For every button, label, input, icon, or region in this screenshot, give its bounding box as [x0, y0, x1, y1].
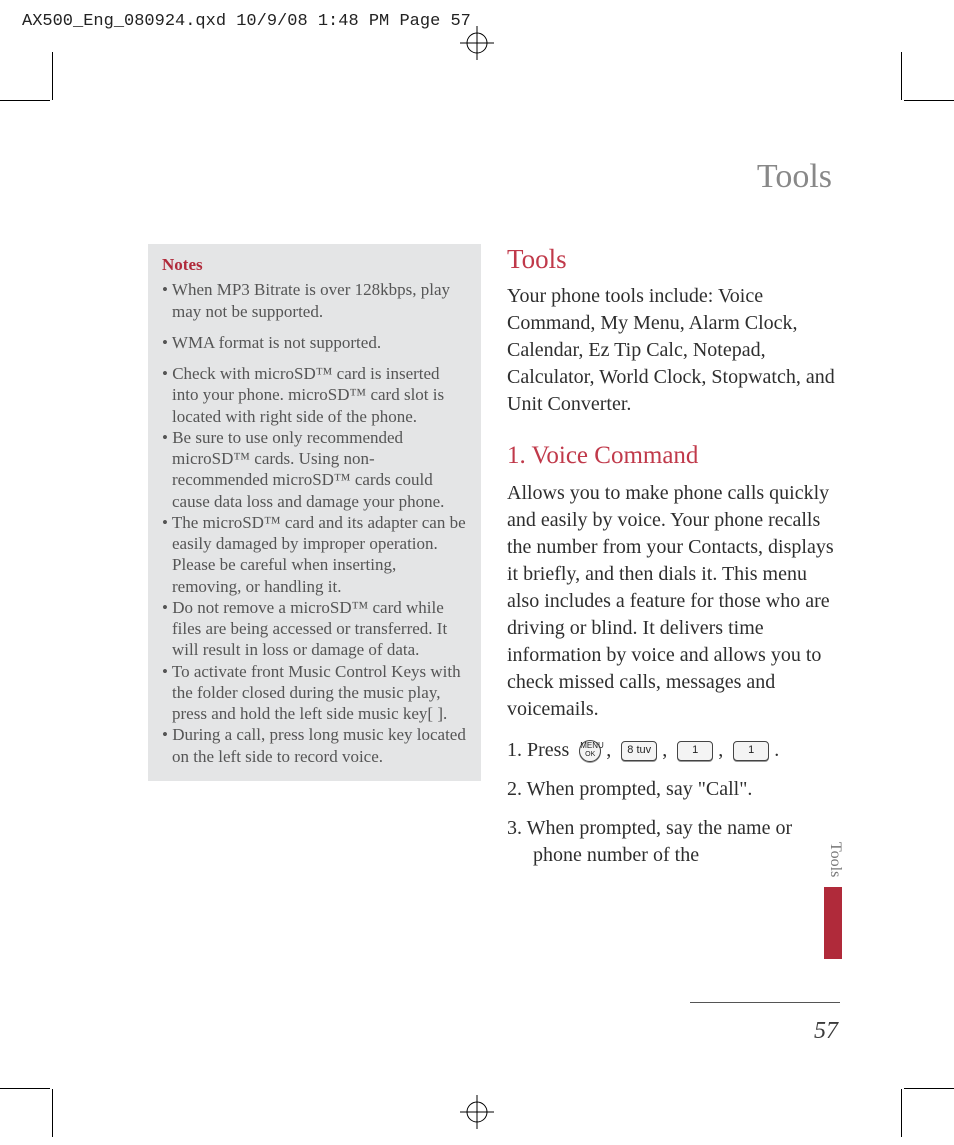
- crop-mark: [904, 100, 954, 101]
- notes-item: • Be sure to use only recommended microS…: [162, 427, 469, 512]
- crop-mark: [904, 1088, 954, 1089]
- step-1-text: 1. Press: [507, 739, 569, 761]
- step-3: 3. When prompted, say the name or phone …: [507, 815, 840, 869]
- notes-heading: Notes: [162, 254, 469, 275]
- crop-mark: [0, 1088, 50, 1089]
- notes-item: • Do not remove a microSD™ card while fi…: [162, 597, 469, 661]
- crop-mark: [52, 1089, 53, 1137]
- notes-item: • The microSD™ card and its adapter can …: [162, 512, 469, 597]
- page-number-rule: [690, 1002, 840, 1003]
- notes-item: • To activate front Music Control Keys w…: [162, 661, 469, 725]
- print-header-line: AX500_Eng_080924.qxd 10/9/08 1:48 PM Pag…: [22, 12, 471, 31]
- tools-heading: Tools: [507, 244, 840, 275]
- menu-ok-key-icon: MENUOK: [579, 740, 601, 762]
- registration-mark-top: [460, 26, 494, 60]
- voice-command-steps: 1. Press MENUOK , 8 tuv , 1 , 1 . 2. Whe…: [507, 737, 840, 869]
- crop-mark: [0, 100, 50, 101]
- registration-mark-bottom: [460, 1095, 494, 1129]
- side-tab-label: Tools: [824, 834, 846, 885]
- key-1-icon: 1: [733, 741, 769, 761]
- notes-box: Notes • When MP3 Bitrate is over 128kbps…: [148, 244, 481, 781]
- right-column: Tools Your phone tools include: Voice Co…: [507, 244, 840, 881]
- notes-item: • WMA format is not supported.: [162, 332, 469, 353]
- page-number: 57: [814, 1018, 838, 1045]
- running-title: Tools: [757, 158, 832, 196]
- step-2: 2. When prompted, say "Call".: [507, 776, 840, 803]
- notes-item: • Check with microSD™ card is inserted i…: [162, 363, 469, 427]
- tools-intro: Your phone tools include: Voice Command,…: [507, 283, 840, 418]
- crop-mark: [52, 52, 53, 100]
- step-1-suffix: .: [774, 739, 779, 761]
- side-tab: Tools: [824, 834, 852, 959]
- left-column: Notes • When MP3 Bitrate is over 128kbps…: [148, 244, 481, 881]
- page-body: Tools Notes • When MP3 Bitrate is over 1…: [52, 100, 902, 1089]
- crop-mark: [901, 52, 902, 100]
- notes-item: • When MP3 Bitrate is over 128kbps, play…: [162, 279, 469, 322]
- step-1: 1. Press MENUOK , 8 tuv , 1 , 1 .: [507, 737, 840, 764]
- voice-command-heading: 1. Voice Command: [507, 442, 840, 470]
- key-1-icon: 1: [677, 741, 713, 761]
- voice-command-intro: Allows you to make phone calls quickly a…: [507, 480, 840, 723]
- crop-mark: [901, 1089, 902, 1137]
- key-8-icon: 8 tuv: [621, 741, 657, 761]
- side-tab-accent: [824, 887, 842, 959]
- notes-item: • During a call, press long music key lo…: [162, 724, 469, 767]
